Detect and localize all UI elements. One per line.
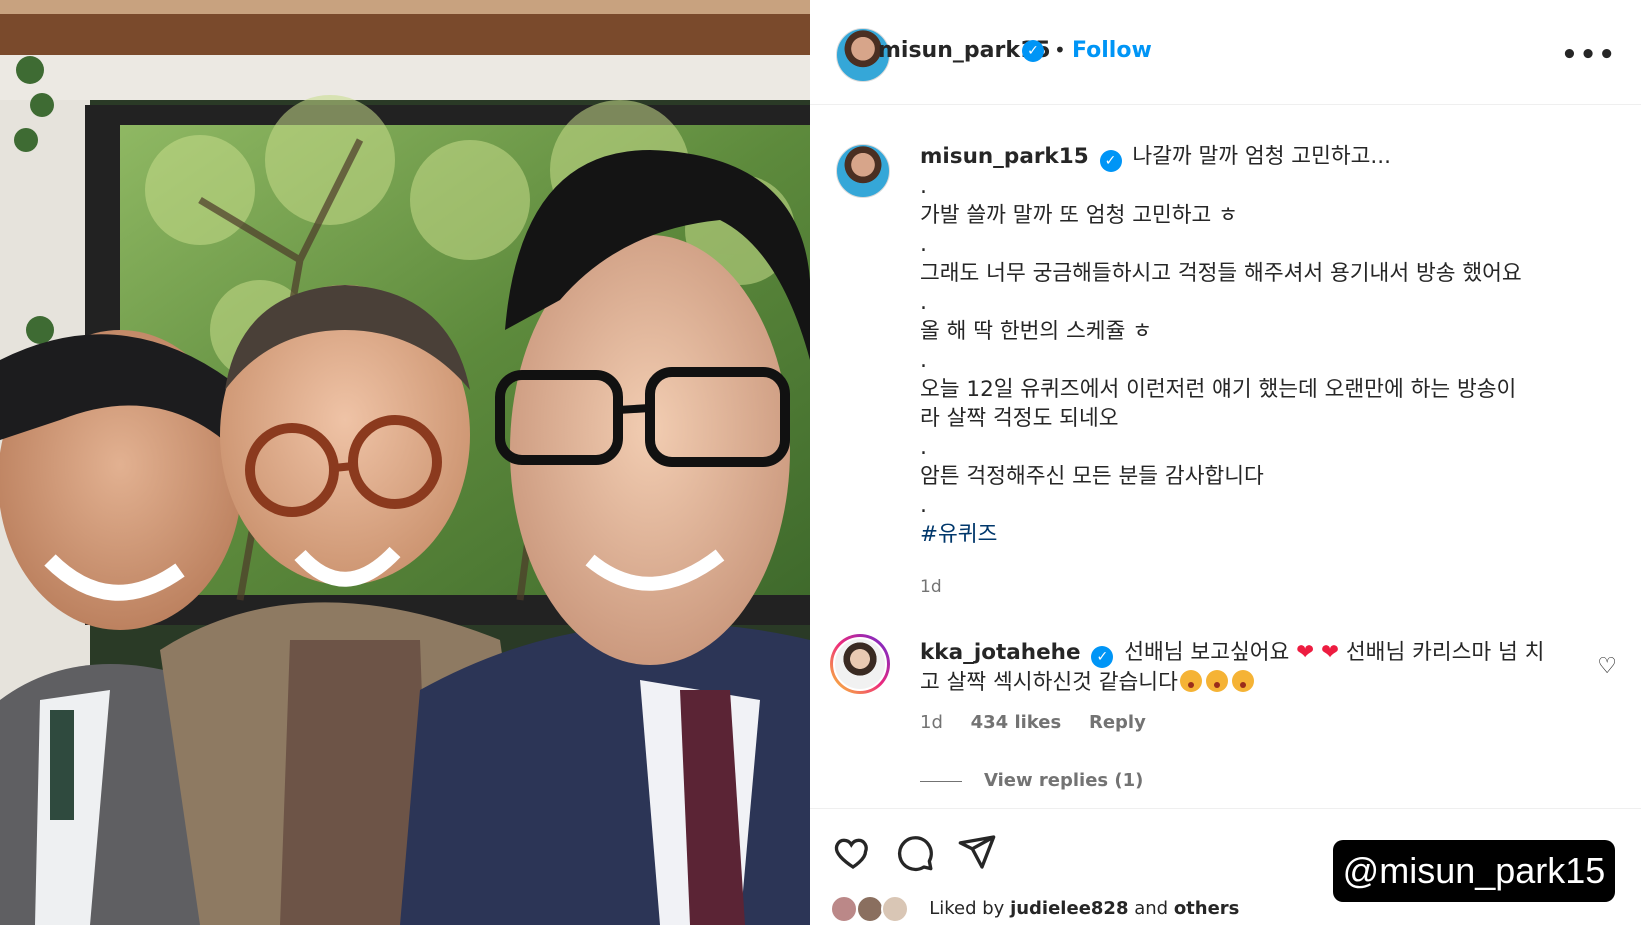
comment: kka_jotahehe ✓ 선배님 보고싶어요 ❤ ❤ 선배님 카리스마 넘 … bbox=[920, 638, 1560, 698]
follow-button[interactable]: Follow bbox=[1072, 38, 1152, 63]
comment-meta: 1d 434 likes Reply bbox=[920, 712, 1168, 733]
verified-badge-icon: ✓ bbox=[1091, 646, 1114, 668]
caption-separator: . bbox=[920, 174, 927, 199]
liked-by-others[interactable]: others bbox=[1174, 898, 1240, 919]
comment-like-heart-icon[interactable]: ♡ bbox=[1597, 654, 1617, 679]
comment-icon[interactable] bbox=[894, 832, 936, 872]
liker-avatar bbox=[881, 895, 910, 923]
commenter-username[interactable]: kka_jotahehe bbox=[920, 640, 1081, 665]
post-details-panel: misun_park15 ✓ • Follow ••• misun_park15… bbox=[810, 0, 1641, 925]
view-replies-button[interactable]: View replies (1) bbox=[920, 770, 1143, 791]
kiss-face-emoji bbox=[1179, 670, 1202, 692]
liked-by-row: Liked by judielee828 and others bbox=[830, 895, 1239, 923]
caption-text: 그래도 너무 궁금해들하시고 걱정들 해주셔서 용기내서 방송 했어요 bbox=[920, 261, 1522, 286]
verified-badge-icon: ✓ bbox=[1099, 150, 1122, 172]
verified-badge-icon: ✓ bbox=[1022, 40, 1044, 62]
red-heart-emoji: ❤ bbox=[1296, 640, 1315, 665]
commenter-avatar-image bbox=[833, 637, 887, 691]
more-options-icon[interactable]: ••• bbox=[1561, 40, 1617, 70]
red-heart-emoji: ❤ bbox=[1321, 640, 1340, 665]
selfie-photo-illustration bbox=[0, 0, 810, 925]
liker-avatar bbox=[830, 895, 858, 923]
caption-line-1: misun_park15 ✓ 나갈까 말까 엄청 고민하고... bbox=[920, 142, 1620, 172]
post-caption: misun_park15 ✓ 나갈까 말까 엄청 고민하고... . 가발 쓸까… bbox=[920, 142, 1620, 549]
reply-button[interactable]: Reply bbox=[1089, 712, 1146, 733]
comment-timestamp: 1d bbox=[920, 712, 943, 733]
caption-separator: . bbox=[920, 290, 927, 315]
caption-text: 오늘 12일 유퀴즈에서 이런저런 얘기 했는데 오랜만에 하는 방송이 bbox=[920, 377, 1517, 402]
comment-text: 선배님 보고싶어요 bbox=[1124, 640, 1290, 665]
liked-by-user[interactable]: judielee828 bbox=[1010, 898, 1128, 919]
commenter-avatar[interactable] bbox=[830, 634, 890, 694]
comment-text: 선배님 카리스마 넘 bbox=[1345, 640, 1518, 665]
separator-dot: • bbox=[1054, 38, 1066, 62]
liked-by-middle: and bbox=[1134, 898, 1169, 919]
caption-separator: . bbox=[920, 348, 927, 373]
caption-text: 나갈까 말까 엄청 고민하고... bbox=[1132, 144, 1391, 169]
liker-avatar bbox=[855, 895, 884, 923]
caption-author-avatar[interactable] bbox=[836, 144, 890, 198]
caption-text: 라 살짝 걱정도 되네오 bbox=[920, 406, 1119, 431]
caption-timestamp: 1d bbox=[920, 577, 942, 597]
hashtag-link[interactable]: #유퀴즈 bbox=[920, 520, 1620, 549]
heart-icon[interactable] bbox=[832, 832, 874, 872]
caption-text: 가발 쓸까 말까 또 엄청 고민하고 ㅎ bbox=[920, 203, 1238, 228]
view-replies-label: View replies (1) bbox=[984, 770, 1144, 791]
liked-by-prefix: Liked by bbox=[929, 898, 1005, 919]
post-header: misun_park15 ✓ • Follow ••• bbox=[810, 0, 1641, 105]
watermark-handle: @misun_park15 bbox=[1333, 840, 1615, 902]
caption-text: 올 해 딱 한번의 스케쥴 ㅎ bbox=[920, 319, 1152, 344]
caption-username[interactable]: misun_park15 bbox=[920, 144, 1089, 169]
actions-divider bbox=[810, 808, 1641, 809]
caption-separator: . bbox=[920, 435, 927, 460]
kiss-face-emoji bbox=[1205, 670, 1228, 692]
comment-likes-count[interactable]: 434 likes bbox=[971, 712, 1062, 733]
share-icon[interactable] bbox=[956, 832, 998, 872]
post-photo bbox=[0, 0, 810, 925]
caption-separator: . bbox=[920, 493, 927, 518]
caption-text: 암튼 걱정해주신 모든 분들 감사합니다 bbox=[920, 464, 1264, 489]
kiss-face-emoji bbox=[1231, 670, 1254, 692]
replies-rule bbox=[920, 780, 962, 782]
caption-separator: . bbox=[920, 232, 927, 257]
